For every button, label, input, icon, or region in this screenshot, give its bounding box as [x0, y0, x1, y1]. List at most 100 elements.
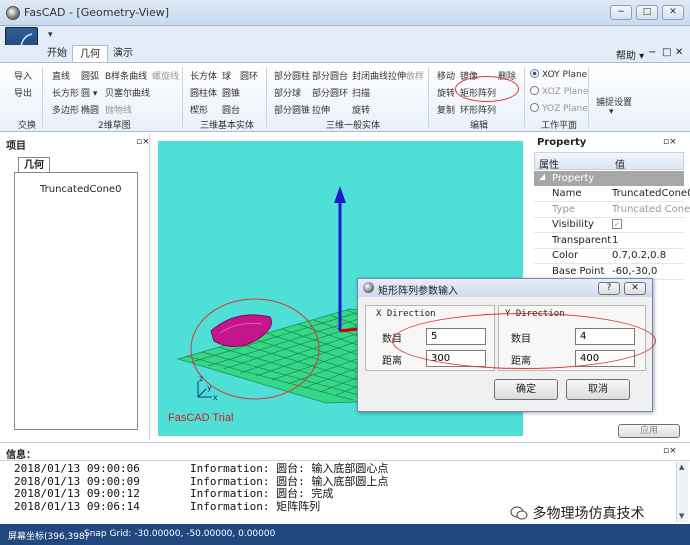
- property-group-label: Property: [552, 173, 595, 184]
- closed-curve-extrude-tool[interactable]: 封闭曲线拉伸: [352, 69, 406, 82]
- ok-button[interactable]: 确定: [494, 379, 558, 400]
- cone-tool[interactable]: 圆锥: [222, 86, 240, 99]
- wechat-icon: [510, 506, 528, 520]
- wechat-watermark: 多物理场仿真技术: [510, 503, 644, 523]
- highlight-ellipse: [455, 76, 519, 102]
- ribbon: 导入 导出 交换 直线 圆弧 B样条曲线 螺旋线 长方形 圆 ▾ 贝塞尔曲线 多…: [0, 62, 690, 132]
- export-button[interactable]: 导出: [14, 86, 32, 99]
- property-group-row[interactable]: ◢ Property: [534, 171, 684, 186]
- screen-coords: 屏幕坐标(396,398): [8, 532, 89, 542]
- property-row[interactable]: Transparent 1: [534, 233, 684, 249]
- radio-icon: [530, 86, 539, 95]
- property-grid-header: 属性 值: [534, 152, 684, 171]
- circle-tool[interactable]: 圆 ▾: [81, 86, 97, 99]
- arc-tool[interactable]: 圆弧: [81, 69, 99, 82]
- wedge-tool[interactable]: 楔形: [190, 103, 208, 116]
- group-divider: [428, 67, 429, 127]
- app-icon[interactable]: [6, 6, 20, 20]
- xoy-plane-radio[interactable]: XOY Plane: [530, 69, 587, 80]
- sweep-tool[interactable]: 扫描: [352, 86, 370, 99]
- dialog-title: 矩形阵列参数输入: [378, 286, 458, 297]
- xoz-plane-radio[interactable]: XOZ Plane: [530, 86, 588, 97]
- partial-frustum-tool[interactable]: 部分圆台: [312, 69, 348, 82]
- info-panel-pin[interactable]: ▫×: [663, 446, 677, 456]
- copy-tool[interactable]: 复制: [437, 103, 455, 116]
- property-row[interactable]: Visibility ✓: [534, 217, 684, 233]
- import-button[interactable]: 导入: [14, 69, 32, 82]
- minimize-button[interactable]: −: [610, 5, 632, 20]
- rotate-tool[interactable]: 旋转: [437, 86, 455, 99]
- extrude-tool[interactable]: 拉伸: [312, 103, 330, 116]
- partial-cone-tool[interactable]: 部分圆锥: [274, 103, 310, 116]
- bspline-tool[interactable]: B样条曲线: [105, 69, 147, 82]
- box-tool[interactable]: 长方体: [190, 69, 217, 82]
- group-title-workplane: 工作平面: [541, 121, 578, 131]
- group-title-general3d: 三维一般实体: [326, 121, 381, 131]
- loft-tool[interactable]: 放样: [406, 69, 424, 82]
- tab-start[interactable]: 开始: [40, 45, 74, 63]
- snap-grid: Snap Grid: -30.00000, -50.00000, 0.00000: [84, 529, 276, 539]
- line-tool[interactable]: 直线: [52, 69, 70, 82]
- dialog-help-button[interactable]: ?: [598, 282, 620, 295]
- axis-z-label: z: [199, 374, 203, 383]
- torus-tool[interactable]: 圆环: [240, 69, 258, 82]
- cancel-button[interactable]: 取消: [566, 379, 630, 400]
- property-row[interactable]: Name TruncatedCone0: [534, 186, 690, 202]
- quick-access-dropdown[interactable]: ▾: [48, 30, 53, 40]
- scroll-up-icon[interactable]: ▲: [679, 463, 684, 471]
- property-panel-pin[interactable]: ▫×: [663, 137, 677, 147]
- help-menu[interactable]: 帮助 ▾: [616, 47, 644, 62]
- helix-tool[interactable]: 螺旋线: [152, 69, 179, 82]
- doc-restore-button[interactable]: □: [662, 47, 671, 58]
- project-panel-title: 项目: [6, 141, 26, 152]
- frustum-tool[interactable]: 圆台: [222, 103, 240, 116]
- log-line: 2018/01/13 09:00:12 Information: 圆台: 完成: [14, 487, 334, 500]
- property-row[interactable]: Type Truncated Cone: [534, 202, 690, 218]
- property-row[interactable]: Color 0.7,0.2,0.8: [534, 248, 684, 264]
- visibility-checkbox[interactable]: ✓: [612, 219, 622, 229]
- close-button[interactable]: ✕: [662, 5, 684, 20]
- status-bar: 屏幕坐标(396,398) Snap Grid: -30.00000, -50.…: [0, 524, 690, 545]
- sphere-tool[interactable]: 球: [222, 69, 231, 82]
- tab-geometry-tree[interactable]: 几何: [18, 157, 50, 173]
- group-divider: [266, 67, 267, 127]
- circular-array-tool[interactable]: 环形阵列: [460, 103, 496, 116]
- move-tool[interactable]: 移动: [437, 69, 455, 82]
- partial-sphere-tool[interactable]: 部分球: [274, 86, 301, 99]
- axis-y-label: y: [207, 383, 212, 392]
- revolve-tool[interactable]: 旋转: [352, 103, 370, 116]
- capture-settings-dropdown[interactable]: ▾: [609, 107, 614, 117]
- info-divider: [0, 460, 690, 461]
- group-divider: [588, 67, 589, 127]
- doc-close-button[interactable]: ✕: [675, 47, 683, 58]
- window-title: FasCAD - [Geometry-View]: [24, 6, 170, 19]
- group-divider: [42, 67, 43, 127]
- radio-selected-icon: [530, 69, 539, 78]
- info-panel-title: 信息：: [6, 450, 36, 461]
- capture-settings-button[interactable]: 捕捉设置: [596, 95, 632, 108]
- dialog-close-button[interactable]: ✕: [624, 282, 646, 295]
- tab-demo[interactable]: 演示: [106, 45, 140, 63]
- ellipse-tool[interactable]: 椭圆: [81, 103, 99, 116]
- doc-minimize-button[interactable]: −: [648, 47, 656, 58]
- tab-geometry[interactable]: 几何: [72, 45, 108, 63]
- polygon-tool[interactable]: 多边形: [52, 103, 79, 116]
- scroll-down-icon[interactable]: ▼: [679, 512, 684, 520]
- yoz-plane-radio[interactable]: YOZ Plane: [530, 103, 588, 114]
- bezier-tool[interactable]: 贝塞尔曲线: [105, 86, 150, 99]
- project-panel-pin[interactable]: ▫×: [136, 137, 150, 147]
- partial-cylinder-tool[interactable]: 部分圆柱: [274, 69, 310, 82]
- log-line: 2018/01/13 09:00:06 Information: 圆台: 输入底部…: [14, 462, 389, 475]
- log-scrollbar[interactable]: ▲ ▼: [676, 462, 688, 522]
- restore-button[interactable]: □: [636, 5, 658, 20]
- trial-watermark: FasCAD Trial: [168, 412, 233, 424]
- group-title-sketch2d: 2维草图: [98, 121, 131, 131]
- parabola-tool[interactable]: 抛物线: [105, 103, 132, 116]
- apply-button[interactable]: 应用: [618, 424, 680, 438]
- radio-icon: [530, 103, 539, 112]
- cylinder-tool[interactable]: 圆柱体: [190, 86, 217, 99]
- partial-torus-tool[interactable]: 部分圆环: [312, 86, 348, 99]
- x-distance-label: 距离: [382, 356, 402, 367]
- rectangle-tool[interactable]: 长方形: [52, 86, 79, 99]
- tree-item-truncatedcone0[interactable]: TruncatedCone0: [40, 184, 121, 195]
